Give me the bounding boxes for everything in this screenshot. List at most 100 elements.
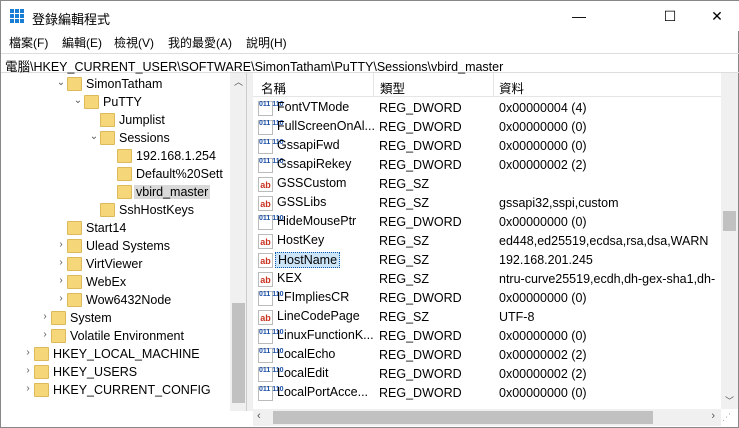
scroll-up-icon[interactable]: ︿: [234, 75, 243, 88]
tree-item[interactable]: Default%20Sett: [1, 166, 229, 184]
value-row[interactable]: 011 110 LocalEcho REG_DWORD 0x00000002 (2): [253, 346, 723, 365]
chevron-right-icon[interactable]: ›: [40, 311, 50, 322]
tree-item[interactable]: Jumplist: [1, 112, 229, 130]
value-data: 0x00000002 (2): [499, 158, 587, 172]
value-row[interactable]: ab GSSLibs REG_SZ gssapi32,sspi,custom: [253, 194, 723, 213]
folder-icon: [117, 149, 132, 163]
chevron-right-icon[interactable]: ›: [23, 365, 33, 376]
column-divider: [373, 73, 374, 97]
binary-value-icon: 011 110: [258, 101, 284, 116]
tree-item[interactable]: › HKEY_LOCAL_MACHINE: [1, 346, 229, 364]
value-row[interactable]: ab LineCodePage REG_SZ UTF-8: [253, 308, 723, 327]
tree-item[interactable]: › Volatile Environment: [1, 328, 229, 346]
binary-value-icon: 011 110: [258, 291, 284, 306]
value-type: REG_DWORD: [379, 139, 462, 153]
column-header-data[interactable]: 資料: [499, 78, 524, 97]
tree-vertical-scrollbar[interactable]: ︿: [230, 73, 246, 411]
value-row[interactable]: 011 110 LocalPortAcce... REG_DWORD 0x000000…: [253, 384, 723, 403]
value-row[interactable]: 011 110 GssapiFwd REG_DWORD 0x00000000 (0): [253, 137, 723, 156]
value-row[interactable]: 011 110 LocalEdit REG_DWORD 0x00000002 (2): [253, 365, 723, 384]
list-horizontal-scrollbar[interactable]: ‹ ›: [253, 409, 721, 426]
value-data: ntru-curve25519,ecdh,dh-gex-sha1,dh-: [499, 272, 716, 286]
tree-item-label: HKEY_LOCAL_MACHINE: [53, 347, 200, 361]
value-row[interactable]: ab HostKey REG_SZ ed448,ed25519,ecdsa,rsa,d…: [253, 232, 723, 251]
close-button[interactable]: ✕: [694, 1, 739, 31]
folder-icon: [67, 77, 82, 91]
column-header-name[interactable]: 名稱: [261, 78, 286, 97]
value-data: 0x00000002 (2): [499, 348, 587, 362]
binary-value-icon: 011 110: [258, 158, 284, 173]
chevron-right-icon[interactable]: ›: [56, 257, 66, 268]
tree-scroll-thumb[interactable]: [232, 303, 245, 403]
tree-item[interactable]: ⌄ SimonTatham: [1, 76, 229, 94]
chevron-right-icon[interactable]: ›: [40, 329, 50, 340]
folder-icon: [117, 185, 132, 199]
tree-item[interactable]: SshHostKeys: [1, 202, 229, 220]
tree-item-label: WebEx: [86, 275, 127, 289]
tree-item[interactable]: 192.168.1.254: [1, 148, 229, 166]
value-type: REG_DWORD: [379, 291, 462, 305]
tree-item-label: Start14: [86, 221, 127, 235]
tree-item[interactable]: › Ulead Systems: [1, 238, 229, 256]
value-name: LineCodePage: [277, 309, 360, 323]
folder-icon: [51, 329, 66, 343]
tree-item[interactable]: › VirtViewer: [1, 256, 229, 274]
value-row[interactable]: 011 110 LinuxFunctionK... REG_DWORD 0x00000…: [253, 327, 723, 346]
tree-item[interactable]: ⌄ Sessions: [1, 130, 229, 148]
folder-icon: [34, 365, 49, 379]
menu-file[interactable]: 檔案(F): [9, 34, 48, 51]
value-data: 0x00000000 (0): [499, 291, 587, 305]
value-name: LocalPortAcce...: [277, 385, 369, 399]
chevron-right-icon[interactable]: ›: [56, 293, 66, 304]
list-vertical-scrollbar[interactable]: ﹀: [721, 73, 738, 409]
menu-help[interactable]: 說明(H): [246, 34, 287, 51]
chevron-down-icon[interactable]: ⌄: [56, 77, 66, 88]
chevron-right-icon[interactable]: ›: [23, 347, 33, 358]
tree-item[interactable]: › HKEY_USERS: [1, 364, 229, 382]
chevron-down-icon[interactable]: ⌄: [89, 131, 99, 142]
value-name: FontVTMode: [277, 100, 350, 114]
string-value-icon: ab: [258, 234, 273, 249]
value-row[interactable]: ab KEX REG_SZ ntru-curve25519,ecdh,dh-gex-s…: [253, 270, 723, 289]
tree-item[interactable]: vbird_master: [1, 184, 229, 202]
tree-item[interactable]: › HKEY_CURRENT_CONFIG: [1, 382, 229, 400]
chevron-right-icon[interactable]: ›: [23, 383, 33, 394]
value-row[interactable]: ab GSSCustom REG_SZ: [253, 175, 723, 194]
value-row[interactable]: ab HostName REG_SZ 192.168.201.245: [253, 251, 723, 270]
folder-icon: [67, 275, 82, 289]
resize-grip-icon[interactable]: ⋰: [722, 412, 736, 426]
tree-item[interactable]: Start14: [1, 220, 229, 238]
tree-item[interactable]: › System: [1, 310, 229, 328]
tree-item-label: Ulead Systems: [86, 239, 171, 253]
address-bar[interactable]: 電腦\HKEY_CURRENT_USER\SOFTWARE\SimonTatha…: [1, 53, 739, 74]
value-type: REG_SZ: [379, 272, 430, 286]
scroll-right-icon[interactable]: ›: [711, 410, 715, 422]
scroll-down-icon[interactable]: ﹀: [725, 394, 734, 407]
value-row[interactable]: 011 110 FullScreenOnAl... REG_DWORD 0x00000…: [253, 118, 723, 137]
value-data: 0x00000000 (0): [499, 215, 587, 229]
menu-favorites[interactable]: 我的最愛(A): [168, 34, 232, 51]
minimize-button[interactable]: —: [556, 1, 602, 31]
menu-edit[interactable]: 編輯(E): [62, 34, 102, 51]
maximize-button[interactable]: ☐: [647, 1, 693, 31]
tree-item[interactable]: ⌄ PuTTY: [1, 94, 229, 112]
tree-item[interactable]: › WebEx: [1, 274, 229, 292]
value-row[interactable]: 011 110 LFImpliesCR REG_DWORD 0x00000000 (0…: [253, 289, 723, 308]
binary-value-icon: 011 110: [258, 215, 284, 230]
chevron-right-icon[interactable]: ›: [56, 275, 66, 286]
value-data: 0x00000000 (0): [499, 120, 587, 134]
tree-item[interactable]: › Wow6432Node: [1, 292, 229, 310]
chevron-down-icon[interactable]: ⌄: [73, 95, 83, 106]
menu-view[interactable]: 檢視(V): [114, 34, 154, 51]
value-row[interactable]: 011 110 GssapiRekey REG_DWORD 0x00000002 (2…: [253, 156, 723, 175]
list-scroll-thumb[interactable]: [723, 211, 736, 231]
value-type: REG_DWORD: [379, 367, 462, 381]
value-row[interactable]: 011 110 FontVTMode REG_DWORD 0x00000004 (4): [253, 99, 723, 118]
scroll-left-icon[interactable]: ‹: [257, 410, 261, 422]
value-row[interactable]: 011 110 HideMousePtr REG_DWORD 0x00000000 (…: [253, 213, 723, 232]
list-hscroll-thumb[interactable]: [273, 411, 653, 424]
column-header-type[interactable]: 類型: [380, 78, 405, 97]
chevron-right-icon[interactable]: ›: [56, 239, 66, 250]
tree-item-label: System: [70, 311, 112, 325]
folder-icon: [117, 167, 132, 181]
